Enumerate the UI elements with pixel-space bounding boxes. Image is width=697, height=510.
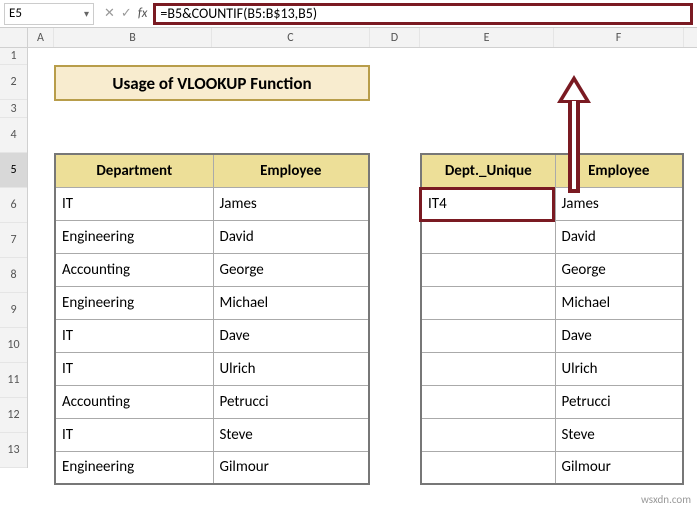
row-header-1[interactable]: 1 bbox=[0, 48, 27, 65]
table-row: David bbox=[421, 220, 683, 253]
row-header-4[interactable]: 4 bbox=[0, 118, 27, 153]
table-row: AccountingGeorge bbox=[55, 253, 369, 286]
cells-area[interactable]: Usage of VLOOKUP Function Department Emp… bbox=[28, 48, 697, 468]
formula-bar: E5 ▾ ✕ ✓ fx =B5&COUNTIF(B5:B$13,B5) bbox=[0, 0, 697, 28]
row-header-9[interactable]: 9 bbox=[0, 293, 27, 328]
title-cell: Usage of VLOOKUP Function bbox=[54, 65, 370, 101]
formula-text: =B5&COUNTIF(B5:B$13,B5) bbox=[160, 5, 317, 22]
title-text: Usage of VLOOKUP Function bbox=[112, 73, 311, 94]
table-row: ITDave bbox=[55, 319, 369, 352]
formula-input[interactable]: =B5&COUNTIF(B5:B$13,B5) bbox=[153, 3, 693, 25]
header-department: Department bbox=[55, 154, 213, 187]
col-header-b[interactable]: B bbox=[54, 28, 212, 47]
table-row: IT4James bbox=[421, 187, 683, 220]
row-header-5[interactable]: 5 bbox=[0, 153, 27, 188]
table-result: Dept._Unique Employee IT4James David Geo… bbox=[420, 153, 684, 485]
table-row: Department Employee bbox=[55, 154, 369, 187]
col-header-f[interactable]: F bbox=[554, 28, 684, 47]
table-row: ITUlrich bbox=[55, 352, 369, 385]
formula-bar-icons: ✕ ✓ fx bbox=[104, 6, 147, 21]
name-box[interactable]: E5 ▾ bbox=[4, 3, 94, 25]
col-header-c[interactable]: C bbox=[212, 28, 370, 47]
table-row: George bbox=[421, 253, 683, 286]
cancel-icon[interactable]: ✕ bbox=[104, 6, 115, 21]
table-row: ITJames bbox=[55, 187, 369, 220]
row-header-10[interactable]: 10 bbox=[0, 328, 27, 363]
col-header-e[interactable]: E bbox=[420, 28, 554, 47]
header-dept-unique: Dept._Unique bbox=[421, 154, 555, 187]
chevron-down-icon[interactable]: ▾ bbox=[84, 7, 89, 20]
row-header-2[interactable]: 2 bbox=[0, 65, 27, 100]
row-header-8[interactable]: 8 bbox=[0, 258, 27, 293]
table-row: Steve bbox=[421, 418, 683, 451]
table-row: AccountingPetrucci bbox=[55, 385, 369, 418]
col-header-a[interactable]: A bbox=[28, 28, 54, 47]
row-header-12[interactable]: 12 bbox=[0, 398, 27, 433]
table-row: EngineeringGilmour bbox=[55, 451, 369, 484]
table-row: EngineeringMichael bbox=[55, 286, 369, 319]
row-header-13[interactable]: 13 bbox=[0, 433, 27, 468]
cell-reference: E5 bbox=[9, 6, 22, 21]
row-header-11[interactable]: 11 bbox=[0, 363, 27, 398]
table-row: Gilmour bbox=[421, 451, 683, 484]
table-row: Ulrich bbox=[421, 352, 683, 385]
row-header-3[interactable]: 3 bbox=[0, 100, 27, 118]
table-row: EngineeringDavid bbox=[55, 220, 369, 253]
header-employee-2: Employee bbox=[555, 154, 683, 187]
fx-icon[interactable]: fx bbox=[138, 6, 148, 21]
table-row: Dept._Unique Employee bbox=[421, 154, 683, 187]
column-headers: A B C D E F bbox=[0, 28, 697, 48]
row-header-6[interactable]: 6 bbox=[0, 188, 27, 223]
table-row: Michael bbox=[421, 286, 683, 319]
row-header-7[interactable]: 7 bbox=[0, 223, 27, 258]
spreadsheet-grid: 1 2 3 4 5 6 7 8 9 10 11 12 13 Usage of V… bbox=[0, 48, 697, 468]
table-row: Petrucci bbox=[421, 385, 683, 418]
watermark: wsxdn.com bbox=[641, 493, 691, 506]
enter-icon[interactable]: ✓ bbox=[121, 6, 132, 21]
header-employee: Employee bbox=[213, 154, 369, 187]
col-header-d[interactable]: D bbox=[370, 28, 420, 47]
select-all-corner[interactable] bbox=[0, 28, 28, 47]
table-row: Dave bbox=[421, 319, 683, 352]
row-headers: 1 2 3 4 5 6 7 8 9 10 11 12 13 bbox=[0, 48, 28, 468]
table-row: ITSteve bbox=[55, 418, 369, 451]
table-source: Department Employee ITJames EngineeringD… bbox=[54, 153, 370, 485]
